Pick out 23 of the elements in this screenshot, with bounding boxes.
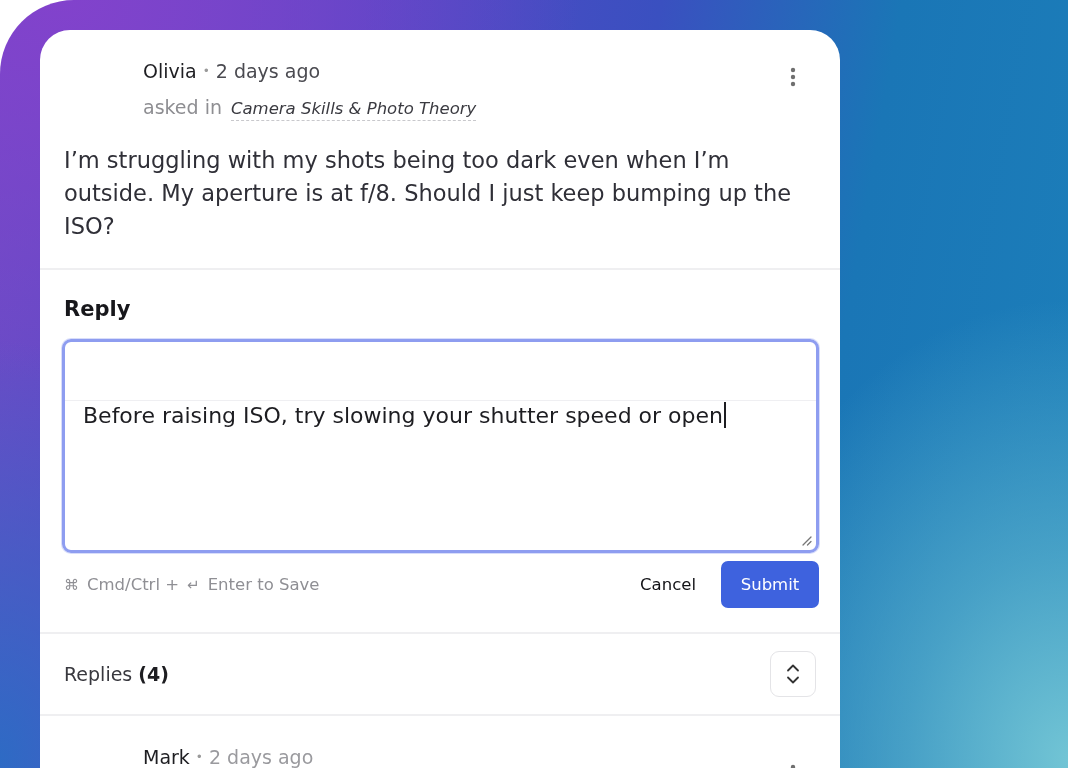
separator-dot: • (202, 63, 210, 80)
cancel-button[interactable]: Cancel (640, 575, 696, 594)
text-cursor (724, 402, 726, 428)
expand-toggle-button[interactable] (770, 651, 816, 697)
more-options-icon[interactable] (790, 67, 796, 87)
question-text: I’m struggling with my shots being too dark even when I’m outside. My aperture is at f/8. Should I just keep bumping up the ISO? (40, 144, 840, 270)
resize-handle-icon[interactable] (800, 534, 812, 546)
category-link[interactable]: Camera Skills & Photo Theory (231, 99, 477, 121)
author-name: Olivia (143, 59, 197, 84)
post-time: 2 days ago (208, 745, 314, 768)
chevrons-up-down-icon (786, 663, 800, 685)
author-name: Mark (143, 745, 190, 768)
key-symbol: ⌘ (64, 575, 79, 594)
post-time: 2 days ago (215, 59, 321, 84)
reply-field[interactable]: Before raising ISO, try slowing your shutter speed or open (62, 339, 819, 553)
separator-dot: • (195, 749, 203, 766)
shortcut-hint: Enter to Save (207, 575, 320, 594)
shortcut-hint: Cmd/Ctrl + (87, 575, 180, 594)
reply-heading: Reply (64, 296, 132, 323)
replies-heading: Replies (4) (64, 663, 169, 685)
submit-button[interactable]: Submit (721, 561, 819, 608)
asked-in-label: asked in (143, 95, 222, 120)
key-symbol: ↵ (187, 575, 200, 594)
